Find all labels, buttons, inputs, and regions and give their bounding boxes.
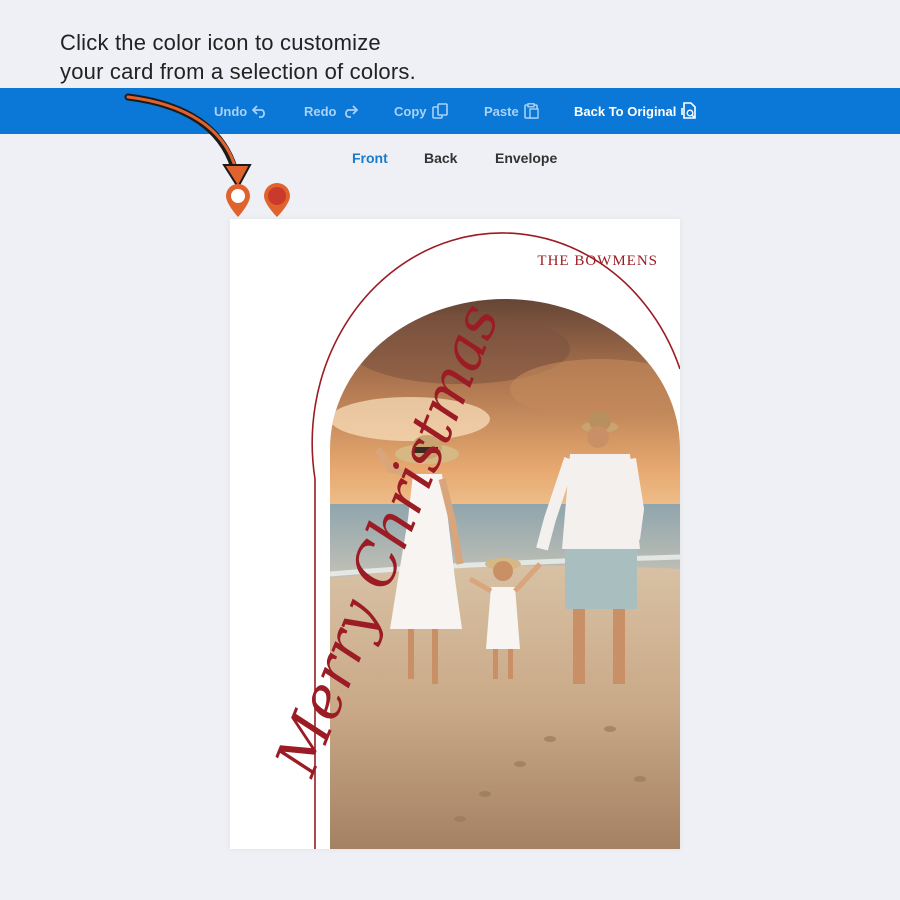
pointer-arrow-icon	[124, 93, 252, 189]
card-artwork: Merry Christmas	[262, 232, 680, 849]
card-preview[interactable]: Merry Christmas THE BOWMENS	[230, 219, 680, 849]
red-pin-icon[interactable]	[262, 182, 292, 218]
outline-orange-pin-icon[interactable]	[224, 182, 252, 218]
family-name-text: THE BOWMENS	[537, 253, 658, 269]
